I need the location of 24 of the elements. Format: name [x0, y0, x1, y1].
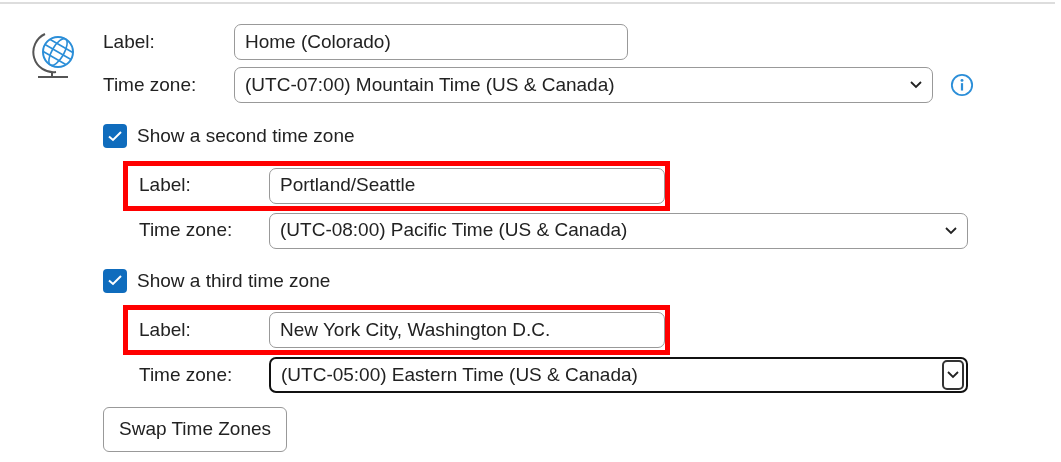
checkmark-icon [108, 130, 122, 142]
info-icon[interactable] [950, 73, 974, 97]
field-label: Label: [139, 173, 192, 198]
text-field[interactable]: Portland/Seattle [269, 167, 665, 204]
chevron-down-icon [910, 81, 922, 89]
globe-icon [32, 30, 76, 80]
chevron-down-icon [947, 371, 959, 379]
field-label: Label: [139, 317, 192, 342]
checkbox[interactable] [103, 124, 127, 149]
dropdown[interactable]: (UTC-05:00) Eastern Time (US & Canada) [269, 357, 968, 393]
checkbox-label: Show a third time zone [137, 268, 331, 293]
field-label: Time zone: [139, 362, 234, 387]
checkbox-label: Show a second time zone [137, 124, 355, 148]
dropdown[interactable]: (UTC-07:00) Mountain Time (US & Canada) [234, 67, 933, 103]
text-field[interactable]: New York City, Washington D.C. [269, 312, 665, 348]
field-label: Time zone: [103, 72, 198, 97]
dropdown[interactable]: (UTC-08:00) Pacific Time (US & Canada) [269, 212, 968, 249]
swap-button[interactable]: Swap Time Zones [103, 407, 288, 452]
text-field[interactable]: Home (Colorado) [234, 24, 628, 60]
checkbox[interactable] [103, 268, 127, 293]
field-label: Time zone: [139, 218, 234, 243]
chevron-down-icon [945, 226, 957, 235]
checkmark-icon [108, 275, 122, 287]
field-label: Label: [103, 29, 156, 54]
